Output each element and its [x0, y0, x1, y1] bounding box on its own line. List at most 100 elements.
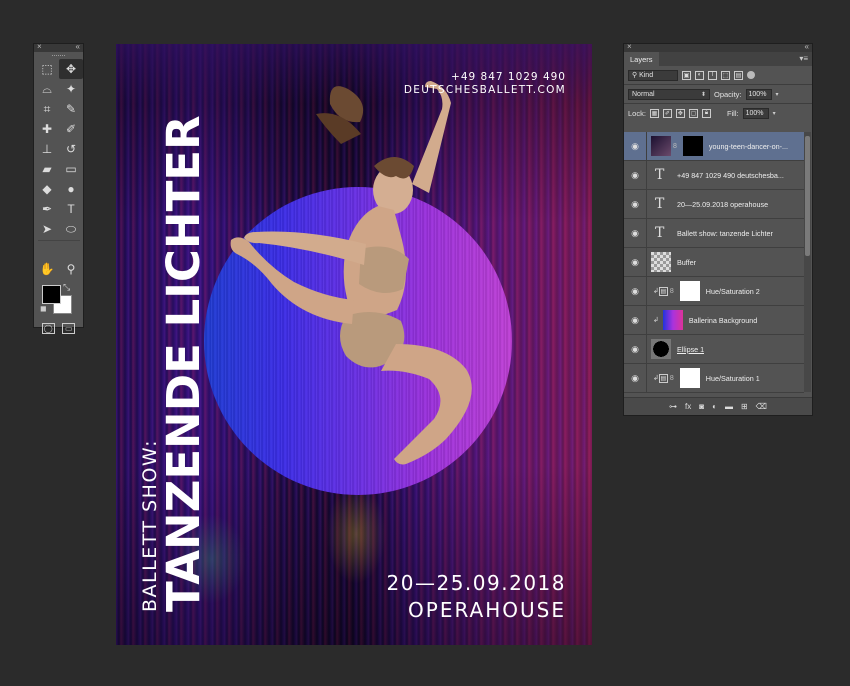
layer-name: Buffer [677, 257, 697, 267]
poster-canvas[interactable]: +49 847 1029 490 DEUTSCHESBALLETT.COM BA… [116, 44, 592, 645]
mask-icon[interactable]: ◙ [699, 402, 704, 411]
tool-grid: ⬚ ✥ ⌓ ✦ ⌗ ✎ ✚ ✐ ⊥ ↺ ▰ ▭ ◆ ● ✒ T ➤ ⬭ ✋ ⚲ [34, 59, 83, 279]
hue-saturation-icon: ▤ [658, 373, 668, 383]
ellipse-tool-icon[interactable]: ⬭ [59, 219, 83, 239]
layer-mask-thumbnail[interactable] [682, 136, 703, 156]
lock-artboard-icon[interactable]: ▢ [688, 108, 698, 118]
quick-mask-icon[interactable]: ◯ [41, 323, 55, 334]
gradient-tool-icon[interactable]: ▭ [59, 159, 83, 179]
fx-icon[interactable]: fx [685, 402, 691, 411]
filter-toggle-icon[interactable] [747, 71, 755, 79]
folder-icon[interactable]: ▬ [725, 402, 733, 411]
layer-mask-thumbnail[interactable] [679, 368, 700, 388]
marquee-tool-icon[interactable]: ⬚ [35, 59, 59, 79]
visibility-toggle[interactable]: ◉ [624, 219, 647, 247]
opacity-dropdown-icon[interactable]: ▾ [776, 91, 779, 98]
link-icon: 8 [673, 142, 677, 150]
link-icon[interactable]: ⊶ [669, 402, 677, 411]
visibility-toggle[interactable]: ◉ [624, 277, 647, 305]
eye-icon: ◉ [631, 169, 639, 180]
crop-tool-icon[interactable]: ⌗ [35, 99, 59, 119]
layer-row[interactable]: ◉ Ellipse 1 [624, 335, 804, 364]
visibility-toggle[interactable]: ◉ [624, 248, 647, 276]
visibility-toggle[interactable]: ◉ [624, 364, 647, 392]
layer-row[interactable]: ◉ T 20—25.09.2018 operahouse [624, 190, 804, 219]
layer-scrollbar-thumb[interactable] [805, 136, 810, 256]
swap-colors-icon[interactable]: ⤡ [63, 282, 70, 293]
layer-thumbnail[interactable] [662, 310, 683, 330]
hand-tool-icon[interactable]: ✋ [35, 259, 59, 279]
opacity-value: 100% [748, 90, 767, 98]
panel-menu-icon[interactable]: ▾≡ [799, 54, 808, 63]
layer-name: Ellipse 1 [677, 344, 705, 354]
layer-row[interactable]: ◉ 8 young-teen-dancer-on-... [624, 132, 804, 161]
layer-thumbnail[interactable] [651, 136, 671, 156]
path-selection-tool-icon[interactable]: ➤ [35, 219, 59, 239]
poster-vertical-title: BALLETT SHOW: TANZENDE LICHTER [139, 115, 210, 612]
layers-panel-header: × « [624, 42, 812, 52]
new-layer-icon[interactable]: ⊞ [741, 402, 748, 411]
collapse-icon[interactable]: « [76, 42, 80, 51]
foreground-color-swatch[interactable] [42, 285, 61, 304]
lock-all-icon[interactable]: 🔒︎ [701, 108, 711, 118]
screen-mode-icon[interactable]: ▭ [62, 323, 76, 334]
move-tool-icon[interactable]: ✥ [59, 59, 83, 79]
clone-stamp-tool-icon[interactable]: ⊥ [35, 139, 59, 159]
poster-date: 20—25.09.2018 [386, 571, 566, 595]
eye-icon: ◉ [631, 140, 639, 151]
eraser-tool-icon[interactable]: ▰ [35, 159, 59, 179]
lock-transparent-icon[interactable]: ▦ [649, 108, 659, 118]
lasso-tool-icon[interactable]: ⌓ [35, 79, 59, 99]
layer-row[interactable]: ◉ Buffer [624, 248, 804, 277]
type-tool-icon[interactable]: T [59, 199, 83, 219]
layers-footer: ⊶ fx ◙ ◐ ▬ ⊞ ⌫ [624, 397, 812, 415]
layer-mask-thumbnail[interactable] [679, 281, 700, 301]
layer-row[interactable]: ◉ ↲ ▤ 8 Hue/Saturation 1 [624, 364, 804, 393]
hue-saturation-icon: ▤ [658, 286, 668, 296]
trash-icon[interactable]: ⌫ [756, 402, 767, 411]
type-filter-icon[interactable]: T [708, 70, 717, 80]
dodge-tool-icon[interactable]: ● [59, 179, 83, 199]
visibility-toggle[interactable]: ◉ [624, 132, 647, 160]
search-icon: ⚲ [632, 72, 640, 79]
layer-thumbnail[interactable] [651, 252, 671, 272]
healing-brush-tool-icon[interactable]: ✚ [35, 119, 59, 139]
zoom-tool-icon[interactable]: ⚲ [59, 259, 83, 279]
eyedropper-tool-icon[interactable]: ✎ [59, 99, 83, 119]
visibility-toggle[interactable]: ◉ [624, 335, 647, 363]
layer-row[interactable]: ◉ T +49 847 1029 490 deutschesba... [624, 161, 804, 190]
layer-filter-row: ⚲ Kind ▣ ◐ T ⬚ ▤ [624, 66, 812, 84]
blur-tool-icon[interactable]: ◆ [35, 179, 59, 199]
brush-tool-icon[interactable]: ✐ [59, 119, 83, 139]
blend-mode-select[interactable]: Normal ⬍ [628, 88, 710, 100]
collapse-icon[interactable]: « [805, 42, 809, 51]
layer-row[interactable]: ◉ T Ballett show: tanzende Lichter [624, 219, 804, 248]
lock-position-icon[interactable]: ✥ [675, 108, 685, 118]
adjustment-icon[interactable]: ◐ [712, 402, 717, 411]
layer-row[interactable]: ◉ ↲ ▤ 8 Hue/Saturation 2 [624, 277, 804, 306]
default-colors-icon[interactable]: ◼ [40, 304, 47, 313]
shape-filter-icon[interactable]: ⬚ [721, 70, 730, 80]
tab-layers[interactable]: Layers [624, 52, 659, 66]
layer-row[interactable]: ◉ ↲ Ballerina Background [624, 306, 804, 335]
filter-kind-select[interactable]: ⚲ Kind [628, 69, 678, 81]
link-icon: 8 [669, 374, 674, 382]
fill-dropdown-icon[interactable]: ▾ [773, 110, 776, 117]
close-icon[interactable]: × [37, 42, 42, 51]
visibility-toggle[interactable]: ◉ [624, 190, 647, 218]
fill-input[interactable]: 100% [742, 107, 769, 119]
magic-wand-tool-icon[interactable]: ✦ [59, 79, 83, 99]
pixel-filter-icon[interactable]: ▣ [682, 70, 691, 80]
opacity-input[interactable]: 100% [745, 88, 772, 100]
close-icon[interactable]: × [627, 42, 632, 51]
panel-grip[interactable] [34, 52, 83, 59]
smart-filter-icon[interactable]: ▤ [734, 70, 743, 80]
lock-pixels-icon[interactable]: ✐ [662, 108, 672, 118]
adjustment-filter-icon[interactable]: ◐ [695, 70, 704, 80]
layer-thumbnail[interactable] [651, 339, 671, 359]
pen-tool-icon[interactable]: ✒ [35, 199, 59, 219]
history-brush-tool-icon[interactable]: ↺ [59, 139, 83, 159]
visibility-toggle[interactable]: ◉ [624, 306, 647, 334]
filter-kind-label: Kind [639, 71, 654, 79]
visibility-toggle[interactable]: ◉ [624, 161, 647, 189]
